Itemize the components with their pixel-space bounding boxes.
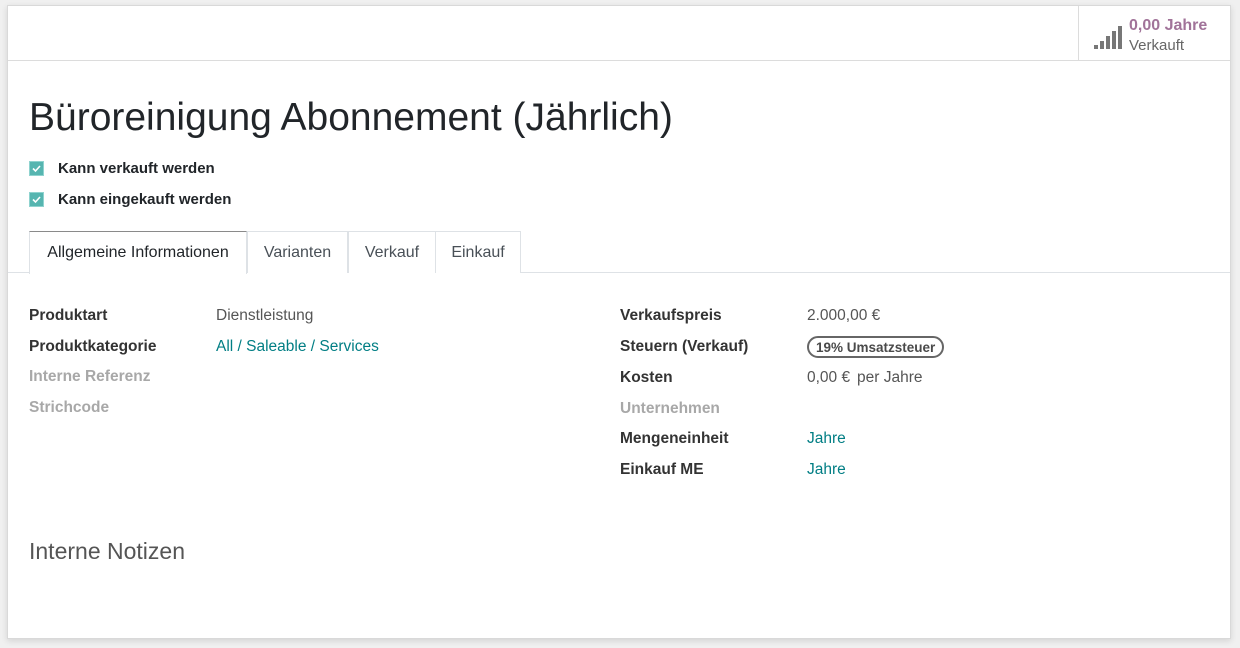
can-be-sold-checkbox[interactable] [29, 160, 44, 176]
tab-general-information[interactable]: Allgemeine Informationen [29, 231, 247, 274]
cost-label: Kosten [620, 369, 673, 386]
tab-sales[interactable]: Verkauf [348, 231, 436, 273]
internal-notes-title: Interne Notizen [29, 538, 185, 564]
can-be-sold-row: Kann verkauft werden [29, 158, 215, 178]
notebook-tabs: Allgemeine Informationen Varianten Verka… [8, 231, 1230, 274]
product-type-label: Produktart [29, 307, 108, 324]
check-icon [32, 195, 41, 203]
uom-link[interactable]: Jahre [807, 430, 846, 448]
purchase-uom-link[interactable]: Jahre [807, 461, 846, 479]
can-be-sold-label[interactable]: Kann verkauft werden [58, 160, 215, 177]
sales-price-value[interactable]: 2.000,00 € [807, 307, 880, 325]
internal-reference-label: Interne Referenz [29, 368, 151, 385]
can-be-purchased-label[interactable]: Kann eingekauft werden [58, 191, 231, 208]
purchase-uom-label: Einkauf ME [620, 461, 704, 478]
check-icon [32, 164, 41, 172]
product-category-label: Produktkategorie [29, 338, 157, 355]
product-title[interactable]: Büroreinigung Abonnement (Jährlich) [29, 96, 673, 140]
product-type-value[interactable]: Dienstleistung [216, 307, 313, 325]
tax-tag-badge[interactable]: 19% Umsatzsteuer [807, 336, 945, 358]
uom-label: Mengeneinheit [620, 430, 729, 447]
can-be-purchased-checkbox[interactable] [29, 191, 44, 207]
signal-bars-icon [1094, 26, 1122, 49]
tab-variants[interactable]: Varianten [247, 231, 348, 273]
sales-taxes-label: Steuern (Verkauf) [620, 338, 749, 355]
barcode-label: Strichcode [29, 399, 110, 416]
product-category-link[interactable]: All / Saleable / Services [216, 338, 379, 356]
tab-purchase[interactable]: Einkauf [435, 231, 521, 273]
sold-stat-button[interactable]: 0,00 Jahre Verkauft [1078, 6, 1230, 61]
sales-price-label: Verkaufspreis [620, 307, 722, 324]
company-label: Unternehmen [620, 400, 720, 417]
stat-text: 0,00 Jahre Verkauft [1129, 16, 1207, 56]
can-be-purchased-row: Kann eingekauft werden [29, 189, 231, 209]
cost-value[interactable]: 0,00 € [807, 369, 850, 387]
cost-unit-suffix: per Jahre [857, 369, 923, 386]
button-box: 0,00 Jahre Verkauft [8, 6, 1230, 61]
stat-label: Verkauft [1129, 37, 1185, 54]
product-form-sheet: 0,00 Jahre Verkauft Büroreinigung Abonne… [7, 5, 1231, 639]
stat-value: 0,00 Jahre [1129, 17, 1208, 34]
